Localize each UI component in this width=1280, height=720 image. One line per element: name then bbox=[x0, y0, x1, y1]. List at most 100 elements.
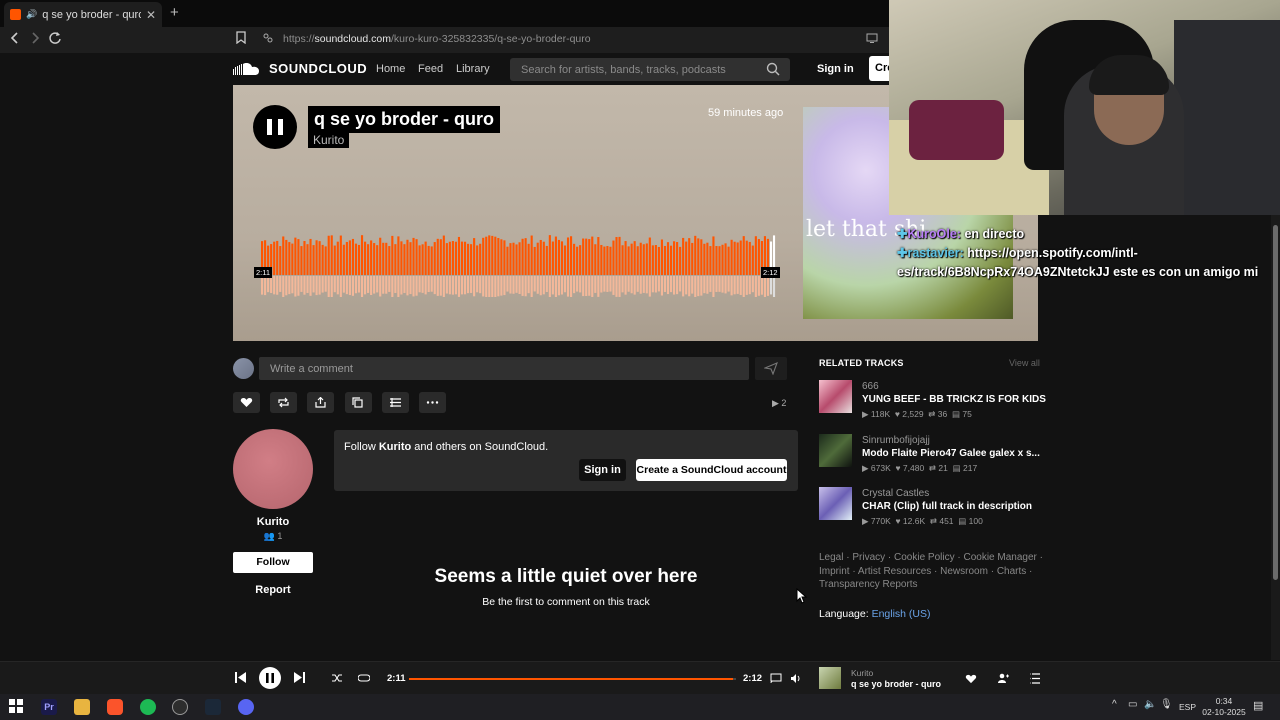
player-artist[interactable]: Kurito bbox=[851, 668, 873, 678]
player-like-icon[interactable] bbox=[965, 671, 977, 689]
copy-link-button[interactable] bbox=[345, 392, 372, 413]
play-count-icon: ▶ bbox=[772, 398, 782, 408]
repeat-icon[interactable] bbox=[357, 671, 371, 689]
brave-browser-icon[interactable] bbox=[107, 699, 123, 715]
search-icon[interactable] bbox=[766, 62, 780, 79]
repost-button[interactable] bbox=[270, 392, 297, 413]
signin-button[interactable]: Sign in bbox=[817, 63, 854, 75]
obs-icon[interactable] bbox=[172, 699, 188, 715]
waveform-reflection-bar bbox=[276, 276, 279, 295]
follow-artist-icon[interactable] bbox=[997, 671, 1009, 689]
steam-icon[interactable] bbox=[205, 699, 221, 715]
scrollbar-thumb[interactable] bbox=[1273, 225, 1278, 580]
soundcloud-logo[interactable]: SOUNDCLOUD bbox=[233, 61, 367, 76]
related-track-title[interactable]: CHAR (Clip) full track in description bbox=[862, 501, 1032, 512]
reload-icon[interactable] bbox=[48, 31, 62, 48]
send-comment-button[interactable] bbox=[755, 357, 787, 380]
clock[interactable]: 0:34 02-10-2025 bbox=[1202, 696, 1246, 718]
player-progress-bar[interactable] bbox=[409, 678, 736, 680]
related-track[interactable]: 666 YUNG BEEF - BB TRICKZ IS FOR KIDS ▶ … bbox=[819, 380, 1049, 430]
back-icon[interactable] bbox=[10, 31, 20, 48]
bookmark-icon[interactable] bbox=[236, 31, 246, 47]
related-track-user[interactable]: Crystal Castles bbox=[862, 488, 929, 499]
premiere-pro-icon[interactable]: Pr bbox=[41, 699, 57, 715]
waveform-bar bbox=[751, 245, 754, 275]
more-button[interactable] bbox=[419, 392, 446, 413]
input-language[interactable]: ESP bbox=[1179, 702, 1196, 712]
waveform-reflection-bar bbox=[406, 276, 409, 296]
related-track-title[interactable]: Modo Flaite Piero47 Galee galex x s... bbox=[862, 448, 1040, 459]
waveform-reflection-bar bbox=[279, 276, 282, 292]
url-field[interactable]: https://soundcloud.com/kuro-kuro-3258323… bbox=[283, 33, 591, 45]
volume-icon[interactable] bbox=[790, 671, 802, 689]
notifications-icon[interactable]: ▤ bbox=[1253, 699, 1269, 715]
waveform-reflection-bar bbox=[494, 276, 497, 297]
spotify-icon[interactable] bbox=[140, 699, 156, 715]
speaker-icon[interactable]: 🔈 bbox=[1144, 699, 1160, 715]
player-track-title[interactable]: q se yo broder - quro bbox=[851, 679, 941, 689]
artist-name[interactable]: Kurito bbox=[233, 516, 313, 528]
pause-button[interactable] bbox=[253, 105, 297, 149]
related-track-title[interactable]: YUNG BEEF - BB TRICKZ IS FOR KIDS bbox=[862, 394, 1046, 405]
microphone-icon[interactable]: 🎙 bbox=[1160, 699, 1176, 715]
network-icon[interactable]: ▭ bbox=[1128, 699, 1144, 715]
previous-track-icon[interactable] bbox=[234, 671, 247, 689]
windows-start-icon[interactable] bbox=[9, 699, 25, 715]
forward-icon[interactable] bbox=[30, 31, 40, 48]
shuffle-icon[interactable] bbox=[331, 671, 343, 689]
track-artist-link[interactable]: Kurito bbox=[308, 132, 350, 148]
nav-library[interactable]: Library bbox=[456, 63, 490, 75]
report-link[interactable]: Report bbox=[233, 584, 313, 596]
related-track[interactable]: Crystal Castles CHAR (Clip) full track i… bbox=[819, 487, 1049, 537]
artist-avatar[interactable] bbox=[233, 429, 313, 509]
card-create-account-button[interactable]: Create a SoundCloud account bbox=[636, 459, 787, 481]
related-track-user[interactable]: Sinrumbofijojajj bbox=[862, 435, 930, 446]
related-track-user[interactable]: 666 bbox=[862, 381, 879, 392]
card-signin-button[interactable]: Sign in bbox=[579, 459, 626, 481]
waveform-reflection-bar bbox=[763, 276, 767, 297]
waveform-reflection-bar bbox=[697, 276, 700, 297]
waveform-reflection-bar bbox=[633, 276, 636, 295]
player-track-thumbnail[interactable] bbox=[819, 667, 841, 689]
discord-icon[interactable] bbox=[238, 699, 254, 715]
waveform-bar bbox=[354, 243, 358, 275]
waveform-reflection-bar bbox=[297, 276, 300, 296]
browser-tab[interactable]: 🔊 q se yo broder - quro by Kurito ✕ bbox=[4, 2, 162, 27]
waveform-bar bbox=[454, 241, 458, 275]
waveform-reflection-bar bbox=[721, 276, 724, 293]
nav-feed[interactable]: Feed bbox=[418, 63, 443, 75]
comment-input[interactable]: Write a comment bbox=[259, 357, 749, 380]
related-track-thumbnail[interactable] bbox=[819, 434, 852, 467]
follow-button[interactable]: Follow bbox=[233, 552, 313, 573]
waveform-reflection-bar bbox=[657, 276, 660, 292]
cast-device-icon[interactable] bbox=[770, 671, 782, 689]
audio-playing-icon[interactable]: 🔊 bbox=[26, 9, 37, 20]
nav-home[interactable]: Home bbox=[376, 63, 405, 75]
site-settings-icon[interactable] bbox=[262, 31, 274, 47]
new-tab-icon[interactable]: + bbox=[170, 4, 179, 21]
waveform-bar bbox=[691, 242, 694, 275]
cast-icon[interactable] bbox=[866, 31, 878, 47]
add-to-playlist-button[interactable] bbox=[382, 392, 409, 413]
related-track[interactable]: Sinrumbofijojajj Modo Flaite Piero47 Gal… bbox=[819, 434, 1049, 484]
file-explorer-icon[interactable] bbox=[74, 699, 90, 715]
next-track-icon[interactable] bbox=[293, 671, 306, 689]
page-scrollbar[interactable] bbox=[1271, 215, 1280, 660]
waveform-reflection-bar bbox=[264, 276, 267, 296]
player-pause-button[interactable] bbox=[259, 667, 281, 694]
share-button[interactable] bbox=[307, 392, 334, 413]
tray-overflow-icon[interactable]: ^ bbox=[1112, 699, 1128, 715]
like-button[interactable] bbox=[233, 392, 260, 413]
queue-icon[interactable] bbox=[1029, 671, 1041, 689]
related-track-thumbnail[interactable] bbox=[819, 487, 852, 520]
footer-links[interactable]: Legal · Privacy · Cookie Policy · Cookie… bbox=[819, 551, 1044, 592]
view-all-link[interactable]: View all bbox=[1009, 358, 1040, 368]
waveform-bar bbox=[588, 239, 591, 275]
language-selector[interactable]: Language: English (US) bbox=[819, 608, 931, 620]
pause-icon-bar bbox=[278, 119, 283, 135]
close-tab-icon[interactable]: ✕ bbox=[146, 8, 156, 22]
related-track-thumbnail[interactable] bbox=[819, 380, 852, 413]
search-input[interactable]: Search for artists, bands, tracks, podca… bbox=[510, 58, 790, 81]
waveform[interactable] bbox=[261, 235, 776, 297]
waveform-bar bbox=[663, 245, 667, 275]
